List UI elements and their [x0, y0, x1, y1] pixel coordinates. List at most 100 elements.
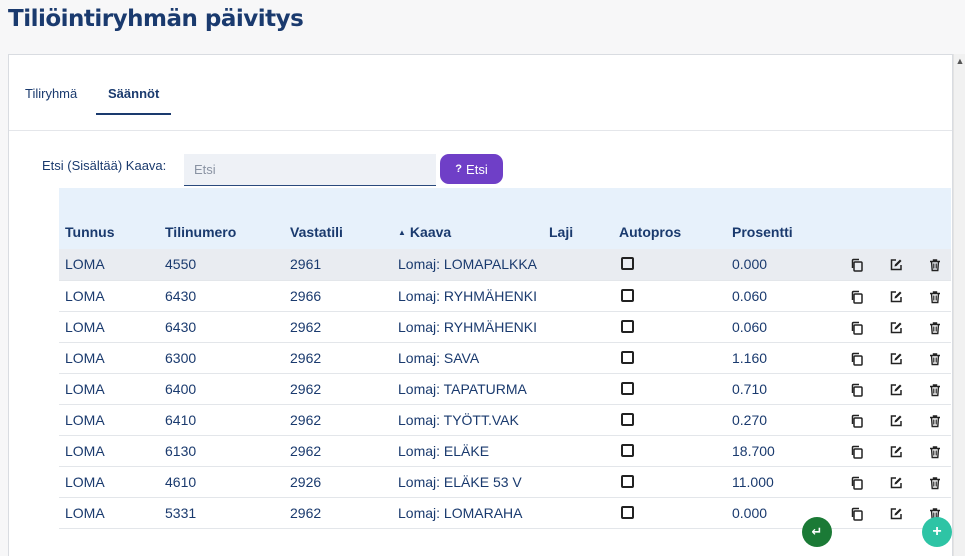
col-header-laji[interactable]: Laji	[543, 188, 613, 249]
table-row[interactable]: LOMA 6400 2962 Lomaj: TAPATURMA 0.710	[59, 373, 951, 404]
copy-icon[interactable]	[850, 349, 864, 366]
autopros-checkbox[interactable]	[621, 505, 634, 519]
autopros-checkbox[interactable]	[621, 350, 634, 364]
col-header-vastatili[interactable]: Vastatili	[284, 188, 392, 249]
cell-copy	[844, 249, 883, 280]
autopros-checkbox[interactable]	[621, 288, 634, 302]
cell-laji	[543, 466, 613, 497]
cell-prosentti: 0.000	[732, 256, 768, 273]
copy-icon[interactable]	[850, 473, 864, 490]
help-icon: ?	[455, 163, 463, 175]
table-row[interactable]: LOMA 6410 2962 Lomaj: TYÖTT.VAK 0.270	[59, 404, 951, 435]
cell-autopros	[613, 280, 726, 311]
cell-laji	[543, 435, 613, 466]
cell-prosentti: 0.270	[732, 411, 768, 428]
table-row[interactable]: LOMA 4550 2961 Lomaj: LOMAPALKKA 0.000	[59, 249, 951, 280]
cell-laji	[543, 249, 613, 280]
table-row[interactable]: LOMA 6430 2962 Lomaj: RYHMÄHENKI 0.060	[59, 311, 951, 342]
autopros-checkbox[interactable]	[621, 319, 634, 333]
autopros-checkbox[interactable]	[621, 412, 634, 426]
cell-tunnus: LOMA	[65, 287, 105, 304]
col-header-tilinumero[interactable]: Tilinumero	[159, 188, 284, 249]
cell-delete	[922, 373, 951, 404]
cell-prosentti: 18.700	[732, 442, 775, 459]
main-panel: Tiliryhmä Säännöt Etsi (Sisältää) Kaava:…	[8, 54, 953, 556]
edit-icon[interactable]	[889, 442, 903, 458]
cell-autopros	[613, 342, 726, 373]
tab-saannot[interactable]: Säännöt	[96, 86, 172, 115]
tab-tiliryhma[interactable]: Tiliryhmä	[25, 86, 77, 113]
cell-tunnus: LOMA	[65, 380, 105, 397]
copy-icon[interactable]	[850, 287, 864, 304]
col-header-prosentti[interactable]: Prosentti	[726, 188, 844, 249]
cell-copy	[844, 280, 883, 311]
cell-prosentti: 0.060	[732, 318, 768, 335]
return-fab-button[interactable]: ↵	[802, 517, 832, 547]
cell-delete	[922, 404, 951, 435]
edit-icon[interactable]	[889, 256, 903, 272]
cell-edit	[883, 497, 922, 528]
autopros-checkbox[interactable]	[621, 257, 634, 271]
edit-icon[interactable]	[889, 349, 903, 365]
autopros-checkbox[interactable]	[621, 443, 634, 457]
edit-icon[interactable]	[889, 473, 903, 489]
copy-icon[interactable]	[850, 442, 864, 459]
vertical-scrollbar[interactable]: ▲	[953, 54, 965, 556]
cell-kaava: Lomaj: SAVA	[398, 349, 480, 366]
cell-vastatili: 2962	[290, 442, 322, 459]
cell-laji	[543, 342, 613, 373]
table-row[interactable]: LOMA 4610 2926 Lomaj: ELÄKE 53 V 11.000	[59, 466, 951, 497]
col-header-tunnus[interactable]: Tunnus	[59, 188, 159, 249]
cell-edit	[883, 435, 922, 466]
add-fab-button[interactable]: +	[922, 517, 952, 547]
copy-icon[interactable]	[850, 411, 864, 428]
edit-icon[interactable]	[889, 287, 903, 303]
cell-copy	[844, 497, 883, 528]
trash-icon[interactable]	[928, 318, 942, 334]
copy-icon[interactable]	[850, 380, 864, 397]
cell-kaava: Lomaj: ELÄKE 53 V	[398, 473, 522, 490]
edit-icon[interactable]	[889, 318, 903, 334]
cell-vastatili: 2962	[290, 380, 322, 397]
search-button[interactable]: ? Etsi	[440, 154, 503, 184]
scroll-up-icon[interactable]: ▲	[954, 56, 965, 66]
autopros-checkbox[interactable]	[621, 381, 634, 395]
cell-tilinumero: 6300	[165, 349, 197, 366]
table-row[interactable]: LOMA 6130 2962 Lomaj: ELÄKE 18.700	[59, 435, 951, 466]
table-row[interactable]: LOMA 6300 2962 Lomaj: SAVA 1.160	[59, 342, 951, 373]
edit-icon[interactable]	[889, 411, 903, 427]
copy-icon[interactable]	[850, 318, 864, 335]
trash-icon[interactable]	[928, 349, 942, 365]
cell-tilinumero: 4610	[165, 473, 197, 490]
trash-icon[interactable]	[928, 442, 942, 458]
cell-copy	[844, 466, 883, 497]
tab-bar: Tiliryhmä Säännöt	[9, 55, 952, 131]
copy-icon[interactable]	[850, 256, 864, 273]
autopros-checkbox[interactable]	[621, 474, 634, 488]
cell-laji	[543, 404, 613, 435]
cell-laji	[543, 280, 613, 311]
cell-kaava: Lomaj: ELÄKE	[398, 442, 490, 459]
cell-vastatili: 2961	[290, 256, 322, 273]
cell-laji	[543, 311, 613, 342]
cell-vastatili: 2962	[290, 318, 322, 335]
cell-edit	[883, 342, 922, 373]
trash-icon[interactable]	[928, 411, 942, 427]
table-row[interactable]: LOMA 6430 2966 Lomaj: RYHMÄHENKI 0.060	[59, 280, 951, 311]
trash-icon[interactable]	[928, 380, 942, 396]
col-header-kaava[interactable]: ▲ Kaava	[392, 188, 543, 249]
cell-vastatili: 2962	[290, 349, 322, 366]
copy-icon[interactable]	[850, 504, 864, 521]
trash-icon[interactable]	[928, 256, 942, 272]
cell-autopros	[613, 311, 726, 342]
trash-icon[interactable]	[928, 287, 942, 303]
rules-table-wrap: Tunnus Tilinumero Vastatili ▲ Kaava Laji …	[59, 188, 951, 529]
search-input[interactable]	[184, 154, 436, 186]
edit-icon[interactable]	[889, 504, 903, 520]
cell-prosentti: 11.000	[732, 473, 774, 490]
col-header-autopros[interactable]: Autopros	[613, 188, 726, 249]
trash-icon[interactable]	[928, 473, 942, 489]
cell-edit	[883, 466, 922, 497]
cell-laji	[543, 373, 613, 404]
edit-icon[interactable]	[889, 380, 903, 396]
